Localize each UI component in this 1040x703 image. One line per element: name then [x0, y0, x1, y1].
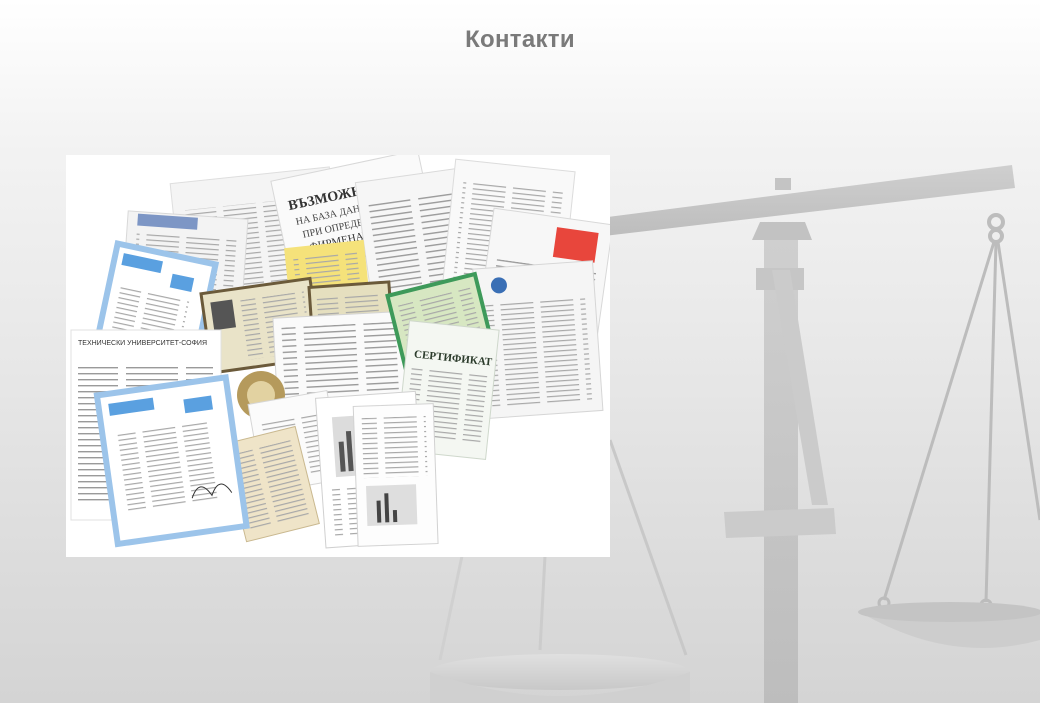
documents-collage-image: ВЪЗМОЖНОСТИ НА БАЗА ДАНИ ПРИ ОПРЕДЕ ФИРМ… [66, 155, 610, 557]
svg-text:ТЕХНИЧЕСКИ УНИВЕРСИТЕТ-СОФИЯ: ТЕХНИЧЕСКИ УНИВЕРСИТЕТ-СОФИЯ [78, 340, 207, 347]
page-title: Контакти [465, 26, 575, 53]
